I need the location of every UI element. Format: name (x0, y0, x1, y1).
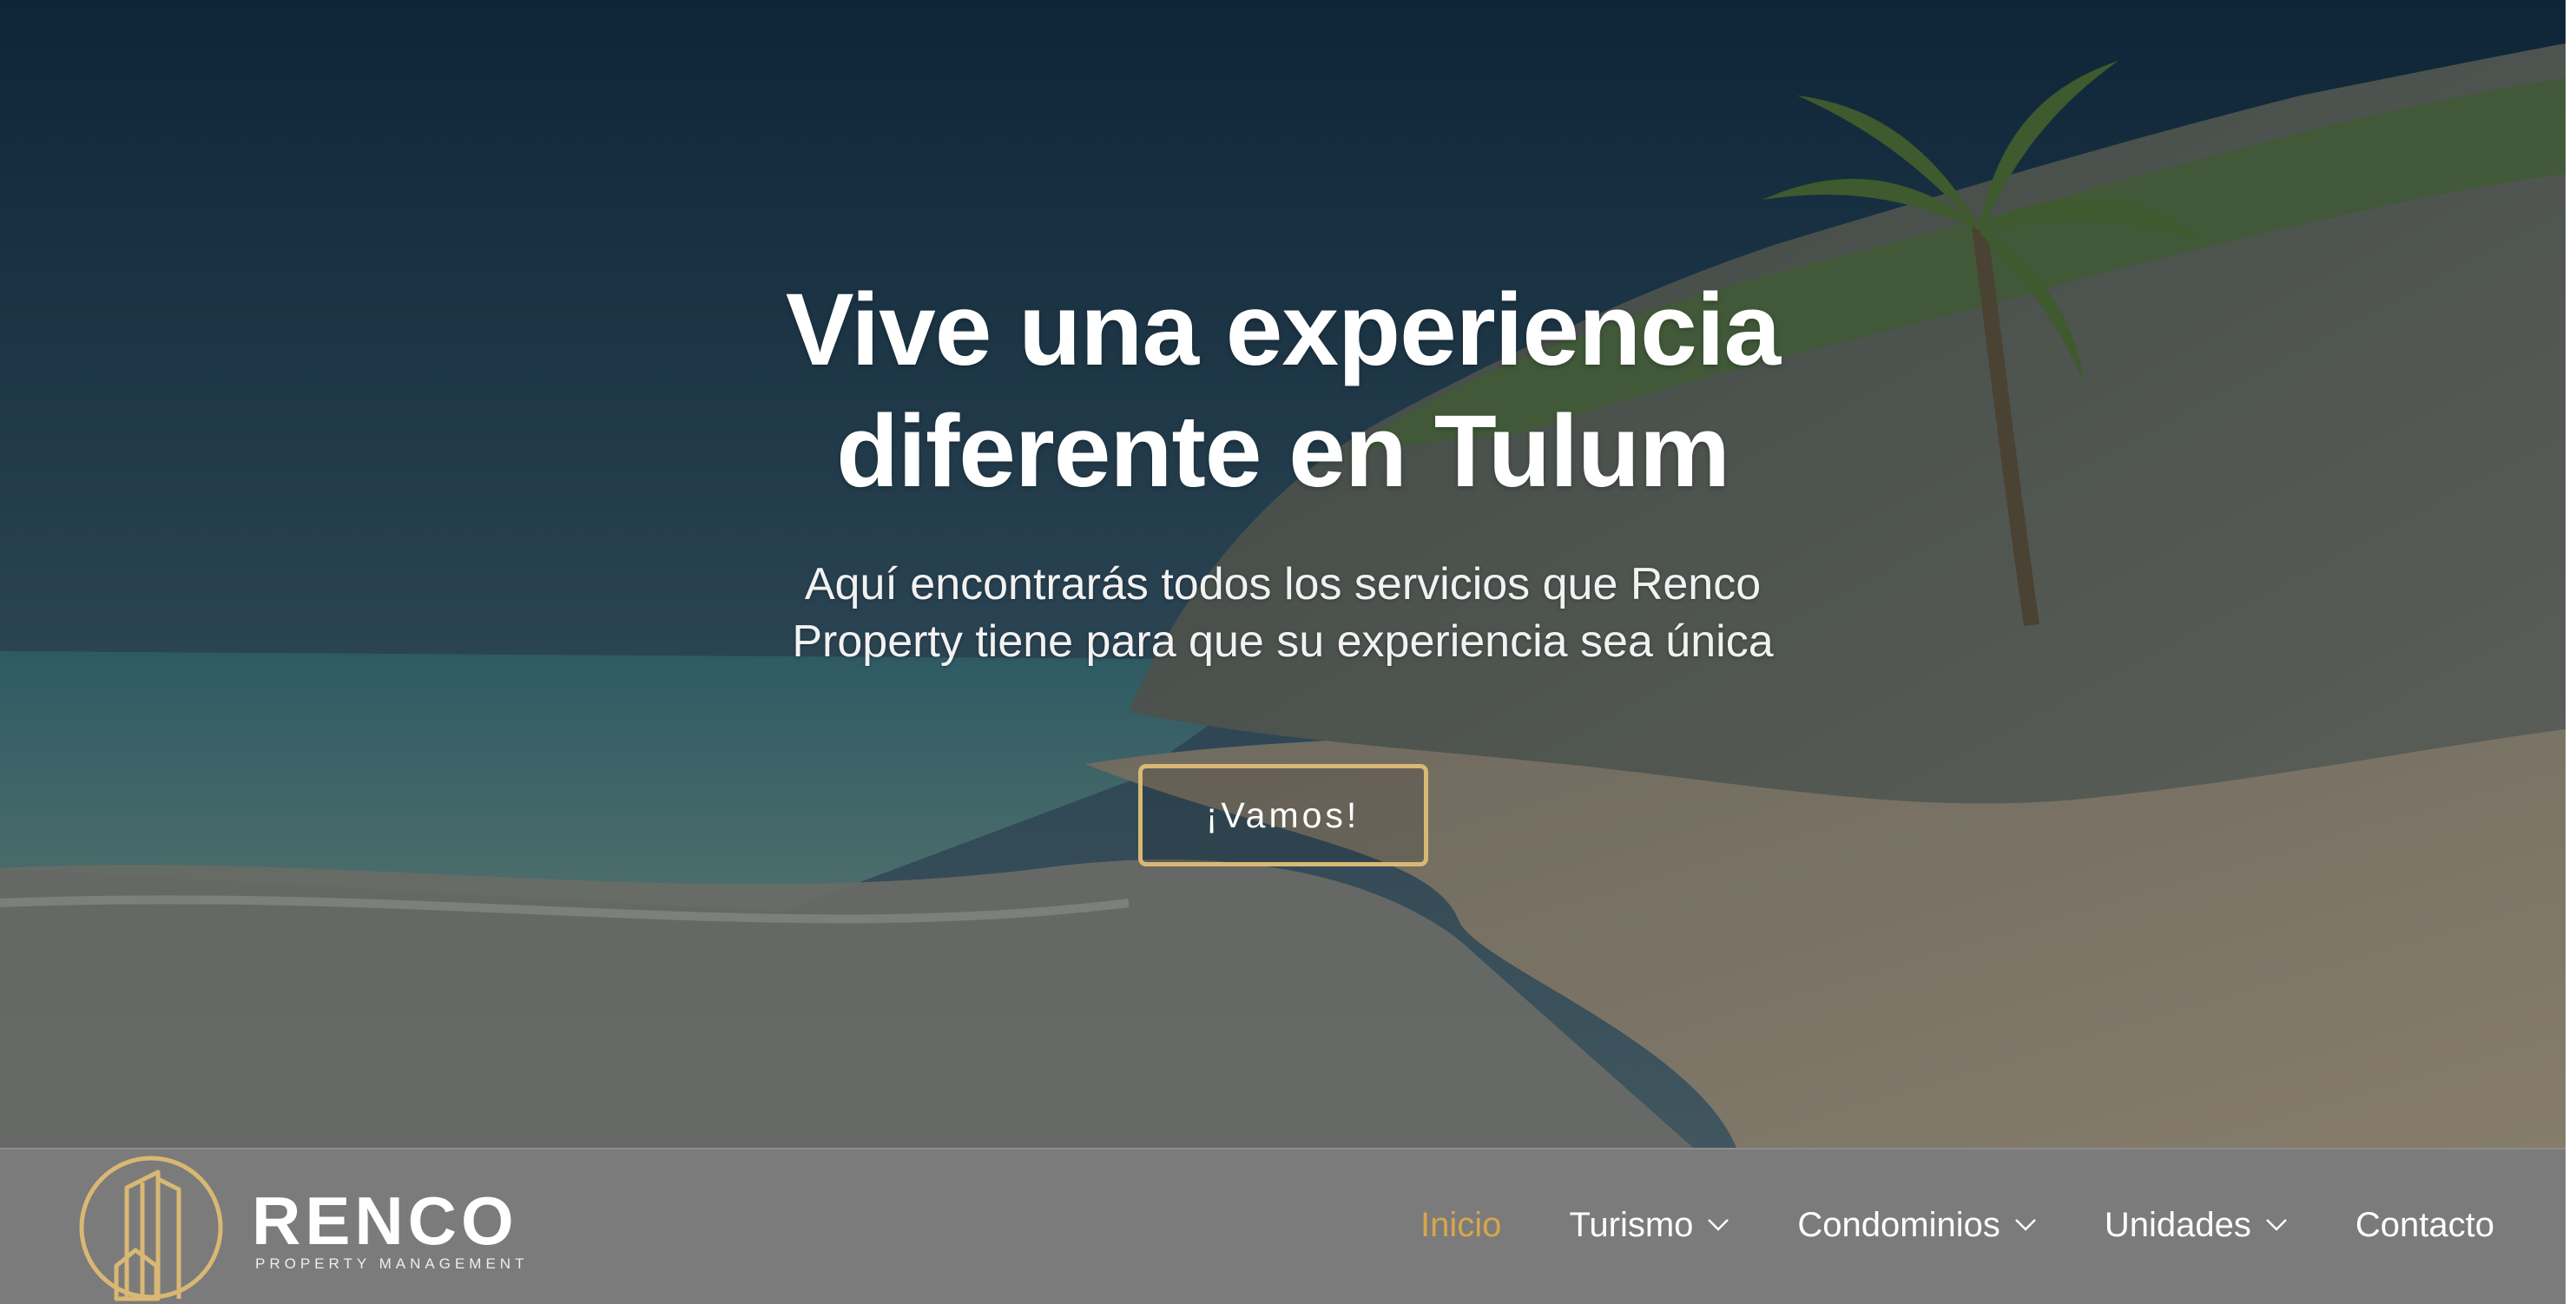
headline-line-2: diferente en Tulum (836, 394, 1730, 509)
nav-item-label: Unidades (2104, 1205, 2251, 1244)
renco-logo[interactable]: RENCO PROPERTY MANAGEMENT (73, 1153, 524, 1301)
nav-item-label: Contacto (2355, 1205, 2494, 1244)
hero-headline: Vive una experiencia diferente en Tulum (675, 269, 1891, 512)
nav-item-unidades[interactable]: Unidades (2105, 1206, 2288, 1245)
hero-section: Vive una experiencia diferente en Tulum … (0, 0, 2566, 1148)
nav-item-turismo[interactable]: Turismo (1569, 1206, 1729, 1245)
nav-item-condominios[interactable]: Condominios (1797, 1206, 2036, 1245)
brand-tagline: PROPERTY MANAGEMENT (255, 1255, 529, 1272)
chevron-down-icon (2266, 1219, 2287, 1231)
nav-item-label: Turismo (1569, 1205, 1694, 1244)
hero-subtext: Aquí encontrarás todos los servicios que… (719, 556, 1848, 670)
nav-menu: Inicio Turismo Condominios Unidades Cont… (1420, 1149, 2494, 1301)
nav-item-label: Inicio (1420, 1205, 1502, 1244)
building-circle-logo-icon (79, 1156, 223, 1301)
vamos-button[interactable]: ¡Vamos! (1137, 764, 1428, 866)
headline-line-1: Vive una experiencia (785, 273, 1781, 387)
nav-item-contacto[interactable]: Contacto (2355, 1206, 2494, 1245)
hero-content: Vive una experiencia diferente en Tulum … (0, 0, 2566, 1148)
chevron-down-icon (1708, 1219, 1729, 1231)
main-navbar: RENCO PROPERTY MANAGEMENT Inicio Turismo… (0, 1148, 2566, 1304)
nav-item-inicio[interactable]: Inicio (1420, 1206, 1501, 1245)
subtext-line-1: Aquí encontrarás todos los servicios que… (804, 559, 1762, 609)
nav-item-label: Condominios (1797, 1205, 2000, 1244)
chevron-down-icon (2014, 1219, 2036, 1231)
brand-name: RENCO (252, 1182, 518, 1259)
subtext-line-2: Property tiene para que su experiencia s… (792, 616, 1774, 667)
